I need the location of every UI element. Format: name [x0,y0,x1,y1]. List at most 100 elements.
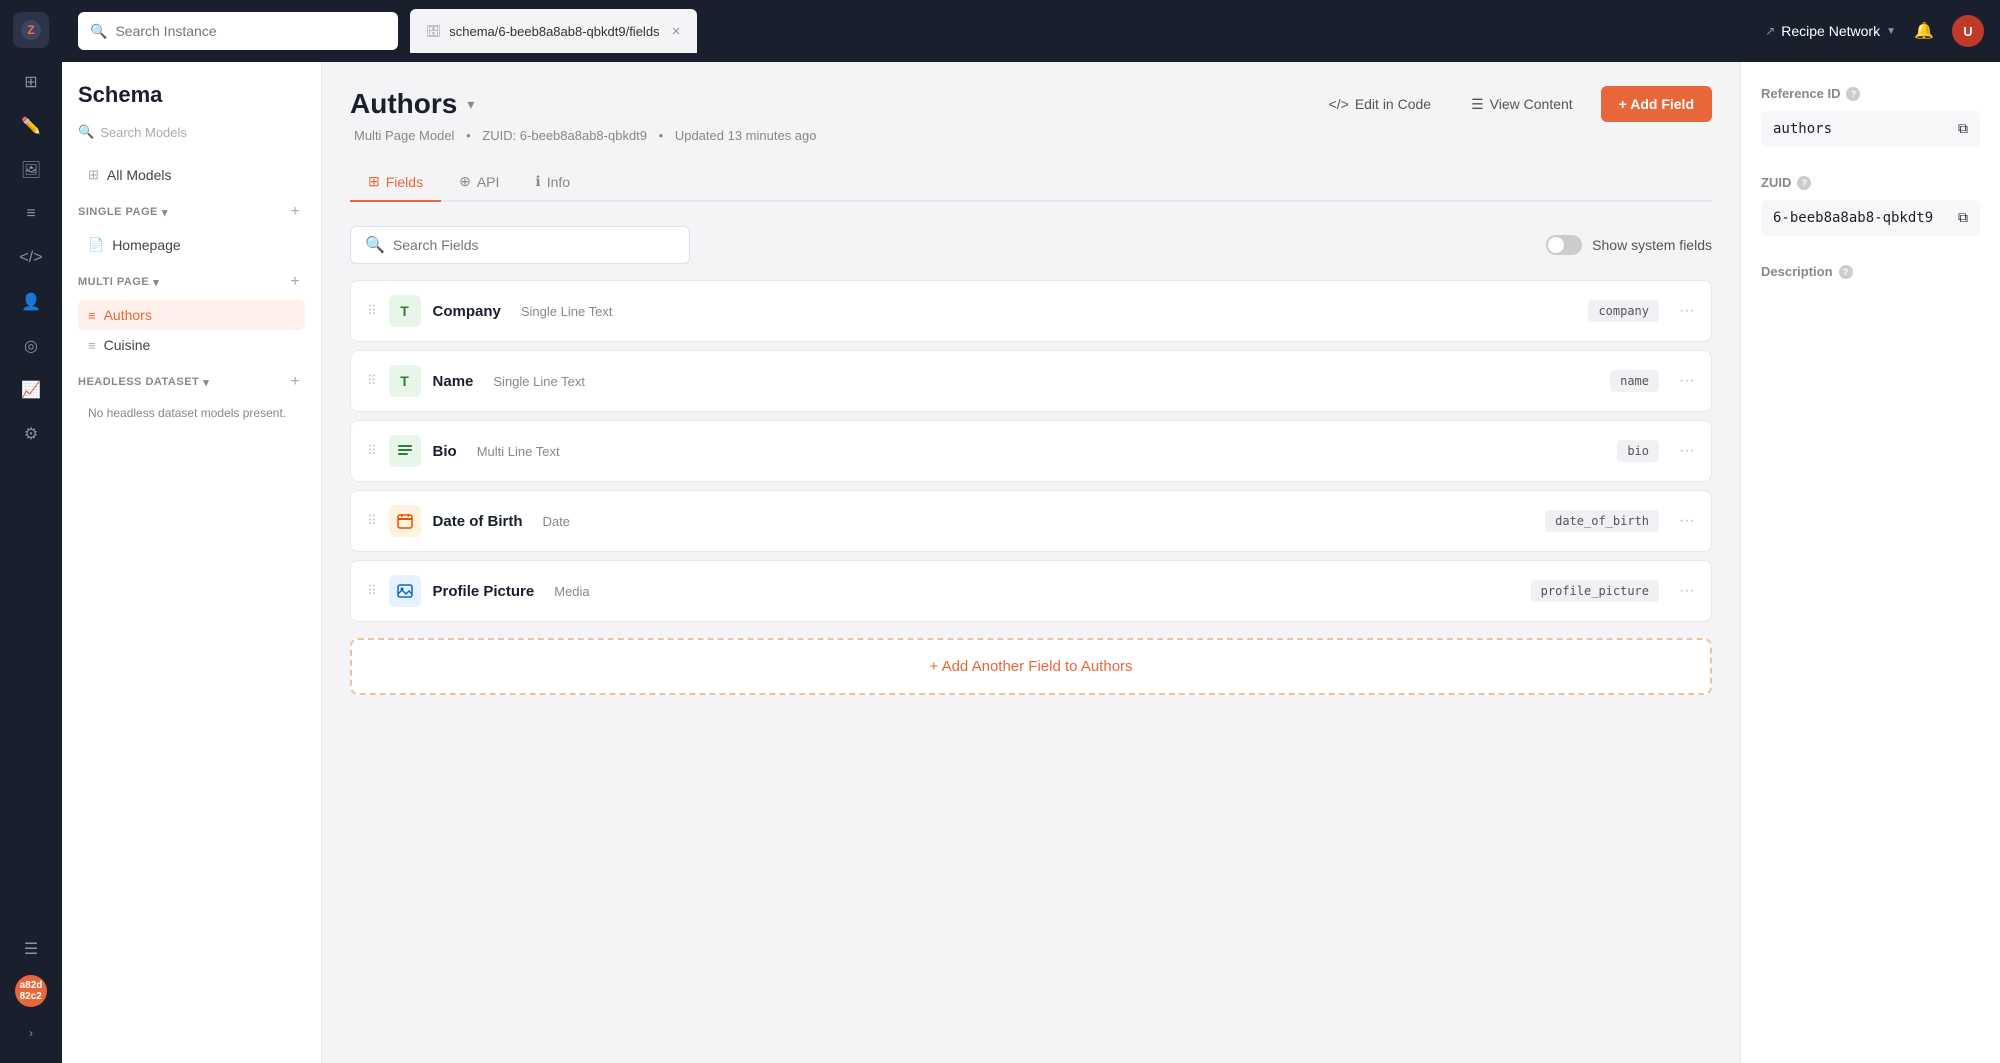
field-ref-company: company [1588,300,1659,322]
field-type-bio: Multi Line Text [477,444,560,459]
field-name-profile: Profile Picture [433,583,535,600]
api-tab-icon: ⊕ [459,173,471,190]
field-row-dob: ⠿ Date of Birth Date date_of_birth ··· [350,490,1712,552]
sidebar-item-homepage[interactable]: 📄 Homepage [78,230,305,260]
notification-icon[interactable]: 🔔 [1908,15,1940,47]
tab-fields[interactable]: ⊞ Fields [350,163,441,202]
field-name-company: Company [433,303,501,320]
all-models-label: All Models [107,167,172,183]
topbar: 🔍 🗄 schema/6-beeb8a8ab8-qbkdt9/fields ✕ … [62,0,2000,62]
nav-list-icon[interactable]: ☰ [13,931,49,967]
nav-analytics-icon[interactable]: 📈 [13,372,49,408]
nav-target-icon[interactable]: ◎ [13,328,49,364]
field-type-dob: Date [543,514,570,529]
drag-handle-name[interactable]: ⠿ [367,373,377,389]
subtitle-bullet1: • [466,128,474,143]
nav-content-icon[interactable]: ≡ [13,196,49,232]
content-header: Authors ▾ </> Edit in Code ☰ View Conten… [350,86,1712,122]
active-tab[interactable]: 🗄 schema/6-beeb8a8ab8-qbkdt9/fields ✕ [410,9,697,53]
tab-api[interactable]: ⊕ API [441,163,517,202]
nav-media-icon[interactable]: 🖼 [13,152,49,188]
field-more-profile[interactable]: ··· [1679,582,1695,600]
cuisine-icon: ≡ [88,338,96,353]
add-headless-btn[interactable]: + [285,372,305,392]
schema-search-placeholder: Search Models [100,125,187,140]
edit-code-button[interactable]: </> Edit in Code [1317,88,1444,120]
field-type-profile: Media [554,584,589,599]
uuid-info-icon: ? [1797,176,1811,190]
tab-info[interactable]: ℹ Info [517,163,588,202]
tab-info-label: Info [547,174,570,190]
tab-api-label: API [477,174,500,190]
add-field-label: + Add Field [1619,96,1694,112]
sidebar-item-cuisine[interactable]: ≡ Cuisine [78,330,305,360]
system-fields-toggle[interactable] [1546,235,1582,255]
model-tabs: ⊞ Fields ⊕ API ℹ Info [350,163,1712,202]
recipe-network-btn[interactable]: ↗ Recipe Network ▼ [1765,23,1896,39]
field-row-bio: ⠿ Bio Multi Line Text bio ··· [350,420,1712,482]
nav-users-icon[interactable]: 👤 [13,284,49,320]
drag-handle-dob[interactable]: ⠿ [367,513,377,529]
no-dataset-text: No headless dataset models present. [78,400,305,426]
add-another-field-btn[interactable]: + Add Another Field to Authors [350,638,1712,695]
add-another-field-label: + Add Another Field to Authors [929,658,1132,675]
right-panel: Reference ID ? authors ⧉ ZUID ? 6-beeb8a… [1740,62,2000,1063]
headless-dropdown-icon: ▾ [203,376,209,389]
subtitle-updated: Updated 13 minutes ago [675,128,817,143]
nav-settings-icon[interactable]: ⚙ [13,416,49,452]
field-search-input[interactable] [393,237,675,253]
uuid-value: 6-beeb8a8ab8-qbkdt9 [1773,210,1933,226]
multi-page-section-label: MULTI PAGE ▾ [78,276,159,289]
search-input[interactable] [115,23,386,39]
drag-handle-profile[interactable]: ⠿ [367,583,377,599]
tab-fields-label: Fields [386,174,423,190]
sidebar-item-authors[interactable]: ≡ Authors [78,300,305,330]
app-logo[interactable]: Z [13,12,49,48]
cuisine-label: Cuisine [104,337,151,353]
multi-page-section-header: MULTI PAGE ▾ + [78,272,305,292]
sidebar-item-all-models[interactable]: ⊞ All Models [78,160,305,190]
nav-schema-icon[interactable]: ✏️ [13,108,49,144]
drag-handle-bio[interactable]: ⠿ [367,443,377,459]
field-more-name[interactable]: ··· [1679,372,1695,390]
field-more-bio[interactable]: ··· [1679,442,1695,460]
model-dropdown-icon[interactable]: ▾ [467,96,474,113]
reference-id-value-row: authors ⧉ [1761,111,1980,147]
close-tab-icon[interactable]: ✕ [672,25,681,38]
schema-sidebar: Schema 🔍 Search Models ⊞ All Models SING… [62,62,322,1063]
field-more-dob[interactable]: ··· [1679,512,1695,530]
tab-db-icon: 🗄 [426,24,441,38]
icon-sidebar: Z ⊞ ✏️ 🖼 ≡ </> 👤 ◎ 📈 ⚙ ☰ a82d82c2 › [0,0,62,1063]
subtitle-type: Multi Page Model [354,128,454,143]
all-models-icon: ⊞ [88,167,99,183]
uuid-copy-btn[interactable]: ⧉ [1958,210,1968,226]
schema-search[interactable]: 🔍 Search Models [78,124,305,140]
headless-dataset-section-label: HEADLESS DATASET ▾ [78,376,209,389]
field-type-company: Single Line Text [521,304,613,319]
field-type-icon-dob [389,505,421,537]
sidebar-expand-icon[interactable]: › [13,1015,49,1051]
svg-text:Z: Z [27,23,34,37]
headless-dataset-section-header: HEADLESS DATASET ▾ + [78,372,305,392]
field-ref-profile: profile_picture [1531,580,1659,602]
user-avatar[interactable]: U [1952,15,1984,47]
drag-handle-company[interactable]: ⠿ [367,303,377,319]
field-row-profile: ⠿ Profile Picture Media profile_picture … [350,560,1712,622]
reference-id-value: authors [1773,121,1832,137]
subtitle-uuid: ZUID: 6-beeb8a8ab8-qbkdt9 [482,128,647,143]
field-search-box[interactable]: 🔍 [350,226,690,264]
field-row-company: ⠿ T Company Single Line Text company ··· [350,280,1712,342]
field-more-company[interactable]: ··· [1679,302,1695,320]
uuid-label: ZUID ? [1761,175,1980,190]
add-single-page-btn[interactable]: + [285,202,305,222]
nav-dashboard-icon[interactable]: ⊞ [13,64,49,100]
tab-label: schema/6-beeb8a8ab8-qbkdt9/fields [449,24,659,39]
add-field-button[interactable]: + Add Field [1601,86,1712,122]
add-multi-page-btn[interactable]: + [285,272,305,292]
reference-id-section: Reference ID ? authors ⧉ [1761,86,1980,147]
search-box[interactable]: 🔍 [78,12,398,50]
view-content-button[interactable]: ☰ View Content [1459,88,1585,121]
reference-id-copy-btn[interactable]: ⧉ [1958,121,1968,137]
field-ref-dob: date_of_birth [1545,510,1659,532]
nav-code-icon[interactable]: </> [13,240,49,276]
